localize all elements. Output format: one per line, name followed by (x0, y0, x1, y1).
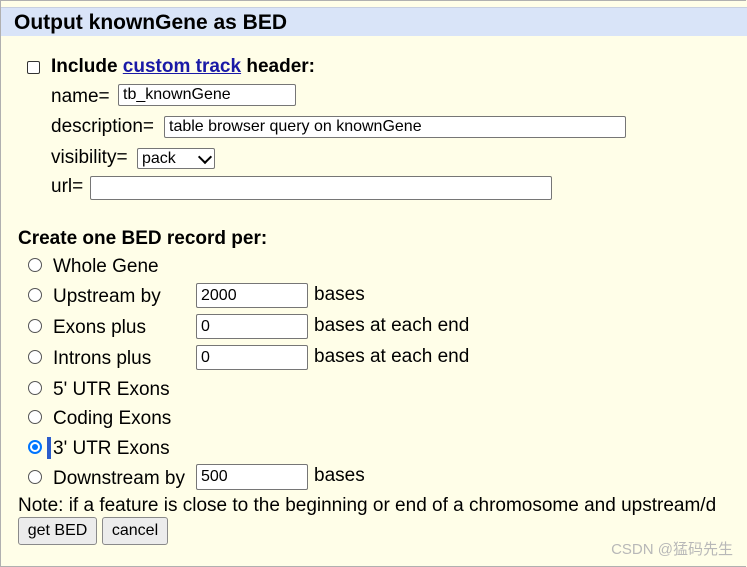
whole-gene-radio[interactable] (28, 258, 42, 272)
page-title: Output knownGene as BED (14, 11, 288, 34)
downstream-suffix: bases (314, 465, 365, 486)
custom-track-link[interactable]: custom track (123, 56, 241, 77)
introns-plus-input[interactable] (196, 345, 308, 370)
visibility-select[interactable]: pack (137, 148, 215, 169)
visibility-label: visibility= (51, 147, 128, 168)
exons-plus-suffix: bases at each end (314, 315, 470, 336)
upstream-radio[interactable] (28, 288, 42, 302)
include-prefix-text: Include (51, 56, 123, 77)
description-label: description= (51, 116, 154, 137)
name-label: name= (51, 86, 110, 107)
coding-exons-label: Coding Exons (53, 408, 172, 429)
record-heading: Create one BED record per: (18, 228, 268, 249)
get-bed-button[interactable]: get BED (18, 517, 97, 545)
introns-plus-radio[interactable] (28, 350, 42, 364)
cancel-button[interactable]: cancel (102, 517, 168, 545)
include-suffix-text: header: (241, 56, 315, 77)
include-header-label: Include custom track header: (51, 56, 315, 78)
note-text: Note: if a feature is close to the begin… (18, 495, 717, 516)
upstream-label: Upstream by (53, 286, 161, 307)
exons-plus-input[interactable] (196, 314, 308, 339)
include-header-checkbox[interactable] (27, 61, 40, 74)
section-title-bar: Output knownGene as BED (1, 7, 747, 36)
visibility-selected-value: pack (142, 150, 176, 167)
url-label: url= (51, 176, 84, 197)
name-input[interactable] (118, 84, 296, 106)
downstream-bases-input[interactable] (196, 464, 308, 490)
coding-exons-radio[interactable] (28, 410, 42, 424)
downstream-radio[interactable] (28, 470, 42, 484)
upstream-bases-input[interactable] (196, 283, 308, 308)
utr5-exons-radio[interactable] (28, 381, 42, 395)
upstream-suffix: bases (314, 284, 365, 305)
utr3-exons-label: 3' UTR Exons (53, 438, 170, 459)
text-cursor-highlight (47, 437, 51, 459)
exons-plus-radio[interactable] (28, 319, 42, 333)
utr3-exons-radio[interactable] (28, 440, 42, 454)
introns-plus-suffix: bases at each end (314, 346, 470, 367)
whole-gene-label: Whole Gene (53, 256, 159, 277)
introns-plus-label: Introns plus (53, 348, 152, 369)
utr5-exons-label: 5' UTR Exons (53, 379, 170, 400)
watermark-text: CSDN @猛码先生 (611, 541, 733, 558)
url-input[interactable] (90, 176, 552, 200)
exons-plus-label: Exons plus (53, 317, 146, 338)
description-input[interactable] (164, 116, 626, 138)
chevron-down-icon (197, 149, 213, 165)
downstream-label: Downstream by (53, 468, 185, 489)
